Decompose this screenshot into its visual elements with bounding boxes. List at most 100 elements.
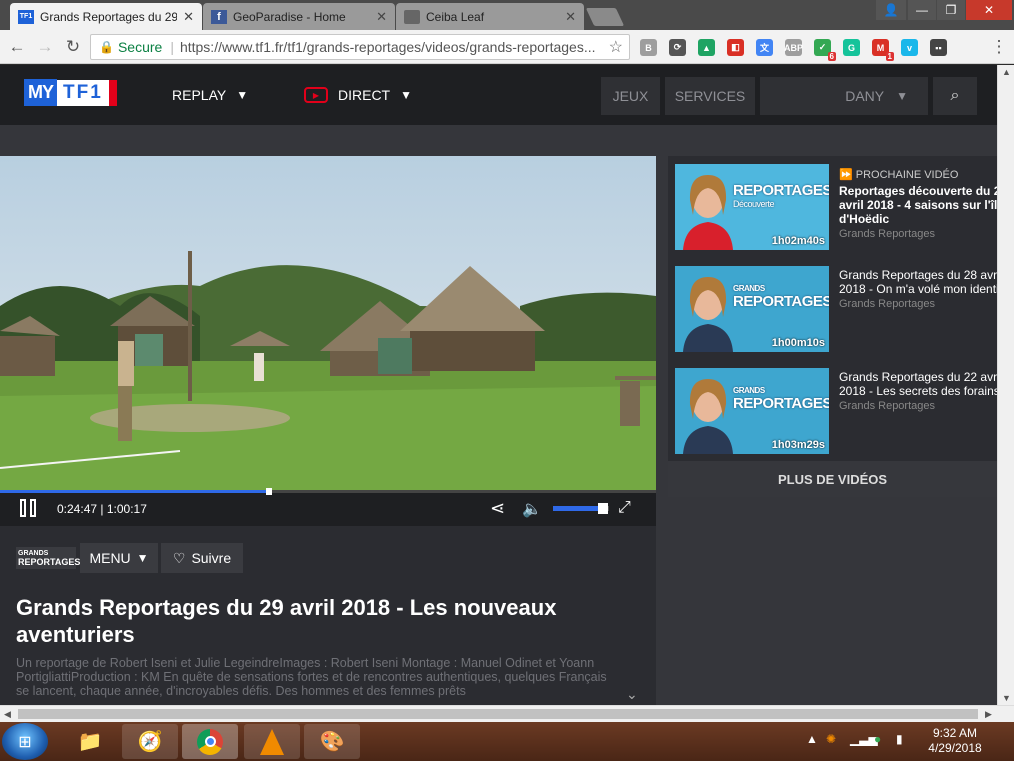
bookmark-star-icon[interactable]: ☆: [609, 37, 623, 57]
pause-icon[interactable]: [20, 499, 38, 517]
search-icon[interactable]: ⌕: [933, 77, 977, 115]
grammarly-icon[interactable]: G: [843, 39, 860, 56]
related-video-show: Grands Reportages: [839, 400, 935, 412]
compass-app-icon[interactable]: 🧭: [122, 724, 178, 759]
video-duration: 1h03m29s: [771, 439, 825, 451]
file-explorer-icon[interactable]: 📁: [62, 724, 118, 759]
forward-arrow-icon[interactable]: →: [34, 36, 56, 58]
related-video-item[interactable]: GRANDS REPORTAGES 1h03m29s Grands Reportage…: [668, 360, 997, 458]
translate-icon[interactable]: 文: [756, 39, 773, 56]
replay-menu[interactable]: REPLAY ▼: [172, 87, 248, 103]
browser-menu-icon[interactable]: ⋮: [988, 36, 1010, 58]
lock-icon: 🔒: [99, 40, 114, 54]
brand-top: REPORTAGES: [733, 182, 829, 199]
scroll-right-icon[interactable]: ▶: [985, 709, 992, 720]
volume-handle[interactable]: [598, 503, 609, 514]
security-tray-icon[interactable]: ●: [874, 732, 881, 746]
dark-extension-icon[interactable]: ▪▪: [930, 39, 947, 56]
video-duration: 1h00m10s: [771, 337, 825, 349]
scroll-left-icon[interactable]: ◀: [4, 709, 11, 720]
volume-icon[interactable]: 🔈: [522, 499, 542, 519]
url-text[interactable]: https://www.tf1.fr/tf1/grands-reportages…: [180, 39, 609, 55]
scroll-up-icon[interactable]: ▲: [1002, 67, 1011, 77]
grands-reportages-logo[interactable]: GRANDS REPORTAGES: [16, 547, 80, 569]
more-videos-button[interactable]: PLUS DE VIDÉOS: [668, 461, 997, 497]
tab-label: Ceiba Leaf: [426, 9, 485, 24]
horizontal-scrollbar[interactable]: ◀ ▶: [0, 705, 1014, 722]
related-video-title[interactable]: Grands Reportages du 22 avril 2018 - Les…: [839, 370, 997, 398]
close-tab-icon[interactable]: ✕: [565, 9, 576, 25]
next-label-text: PROCHAINE VIDÉO: [855, 169, 959, 181]
tab-label: Grands Reportages du 29: [40, 9, 178, 24]
mytf1-logo[interactable]: MY TF1: [24, 79, 117, 106]
services-button[interactable]: SERVICES: [665, 77, 755, 115]
chevron-down-icon: ▼: [400, 88, 413, 102]
restore-icon[interactable]: ❐: [937, 0, 965, 20]
start-button-icon[interactable]: ⊞: [2, 723, 48, 760]
paint-icon[interactable]: 🎨: [304, 724, 360, 759]
back-arrow-icon[interactable]: ←: [6, 36, 28, 58]
battery-icon[interactable]: ▮: [896, 732, 903, 746]
video-info-panel: GRANDS REPORTAGES MENU ▼ ♡ Suivre Grands…: [0, 526, 656, 706]
video-thumbnail[interactable]: REPORTAGES Découverte 1h02m40s: [675, 164, 829, 250]
chevron-down-icon: ▼: [896, 89, 908, 103]
gmail-icon[interactable]: M1: [872, 39, 894, 61]
new-tab-button[interactable]: [585, 8, 625, 26]
avast-icon[interactable]: ✺: [826, 732, 836, 746]
b-extension-icon[interactable]: B: [640, 39, 657, 56]
video-thumbnail[interactable]: GRANDS REPORTAGES 1h00m10s: [675, 266, 829, 352]
fullscreen-icon[interactable]: ⤢: [618, 499, 631, 517]
green-extension-icon[interactable]: ✓ 6: [814, 39, 836, 61]
thumbnail-brand: GRANDS REPORTAGES: [733, 386, 829, 412]
next-video-label: ⏩ PROCHAINE VIDÉO: [839, 168, 997, 181]
system-clock[interactable]: 9:32 AM 4/29/2018: [925, 726, 985, 756]
direct-menu[interactable]: ▶ DIRECT ▼: [304, 87, 412, 103]
video-frame: [0, 156, 656, 490]
tray-expand-icon[interactable]: ▲: [806, 732, 818, 746]
adblock-icon[interactable]: ABP: [784, 39, 803, 56]
menu-button[interactable]: MENU ▼: [80, 543, 158, 573]
progress-handle[interactable]: [265, 488, 272, 495]
tab-grands-reportages[interactable]: TF1 Grands Reportages du 29 ✕: [10, 3, 202, 30]
scroll-thumb[interactable]: [18, 709, 978, 719]
video-description: Un reportage de Robert Iseni et Julie Le…: [16, 656, 607, 698]
video-duration: 1h02m40s: [771, 235, 825, 247]
related-video-item[interactable]: REPORTAGES Découverte 1h02m40s ⏩ PROCHAINE …: [668, 156, 997, 254]
vertical-scrollbar[interactable]: ▲ ▼: [997, 65, 1014, 705]
jeux-button[interactable]: JEUX: [601, 77, 660, 115]
address-bar[interactable]: 🔒 Secure | https://www.tf1.fr/tf1/grands…: [90, 34, 630, 60]
video-player[interactable]: [0, 156, 656, 490]
related-video-title[interactable]: Grands Reportages du 28 avril 2018 - On …: [839, 268, 997, 296]
thumbnail-brand: GRANDS REPORTAGES: [733, 284, 829, 310]
expand-chevron-icon[interactable]: ⌄: [626, 686, 638, 703]
notification-badge: 1: [885, 52, 894, 61]
window-close-icon[interactable]: ✕: [966, 0, 1012, 20]
progress-bar[interactable]: [0, 488, 656, 495]
user-icon[interactable]: 👤: [876, 0, 906, 20]
minimize-icon[interactable]: —: [908, 0, 936, 20]
user-account-button[interactable]: DANY ▼: [760, 77, 928, 115]
tab-label: GeoParadise - Home: [233, 9, 346, 24]
follow-button[interactable]: ♡ Suivre: [161, 543, 243, 573]
google-drive-icon[interactable]: ▲: [698, 39, 715, 56]
volume-slider[interactable]: [553, 503, 609, 514]
vimeo-icon[interactable]: v: [901, 39, 918, 56]
video-thumbnail[interactable]: GRANDS REPORTAGES 1h03m29s: [675, 368, 829, 454]
share-icon[interactable]: ⋖: [490, 498, 505, 519]
vlc-icon[interactable]: [244, 724, 300, 759]
related-video-item[interactable]: GRANDS REPORTAGES 1h00m10s Grands Reportage…: [668, 258, 997, 356]
tf1-favicon-icon: TF1: [18, 9, 34, 24]
tab-geoparadise[interactable]: f GeoParadise - Home ✕: [203, 3, 395, 30]
chrome-taskbar-icon[interactable]: [182, 724, 238, 759]
close-tab-icon[interactable]: ✕: [183, 9, 194, 25]
color-extension-icon[interactable]: ◧: [727, 39, 744, 56]
close-tab-icon[interactable]: ✕: [376, 9, 387, 25]
reload-icon[interactable]: ↻: [62, 36, 84, 58]
related-video-title[interactable]: Reportages découverte du 28 avril 2018 -…: [839, 184, 997, 226]
sync-extension-icon[interactable]: ⟳: [669, 39, 686, 56]
presenter-portrait: [683, 277, 733, 352]
related-videos-sidebar: REPORTAGES Découverte 1h02m40s ⏩ PROCHAINE …: [668, 156, 997, 497]
scroll-down-icon[interactable]: ▼: [1002, 693, 1011, 703]
tab-ceiba-leaf[interactable]: Ceiba Leaf ✕: [396, 3, 584, 30]
video-meta: Grands Reportages du 22 avril 2018 - Les…: [839, 370, 997, 412]
